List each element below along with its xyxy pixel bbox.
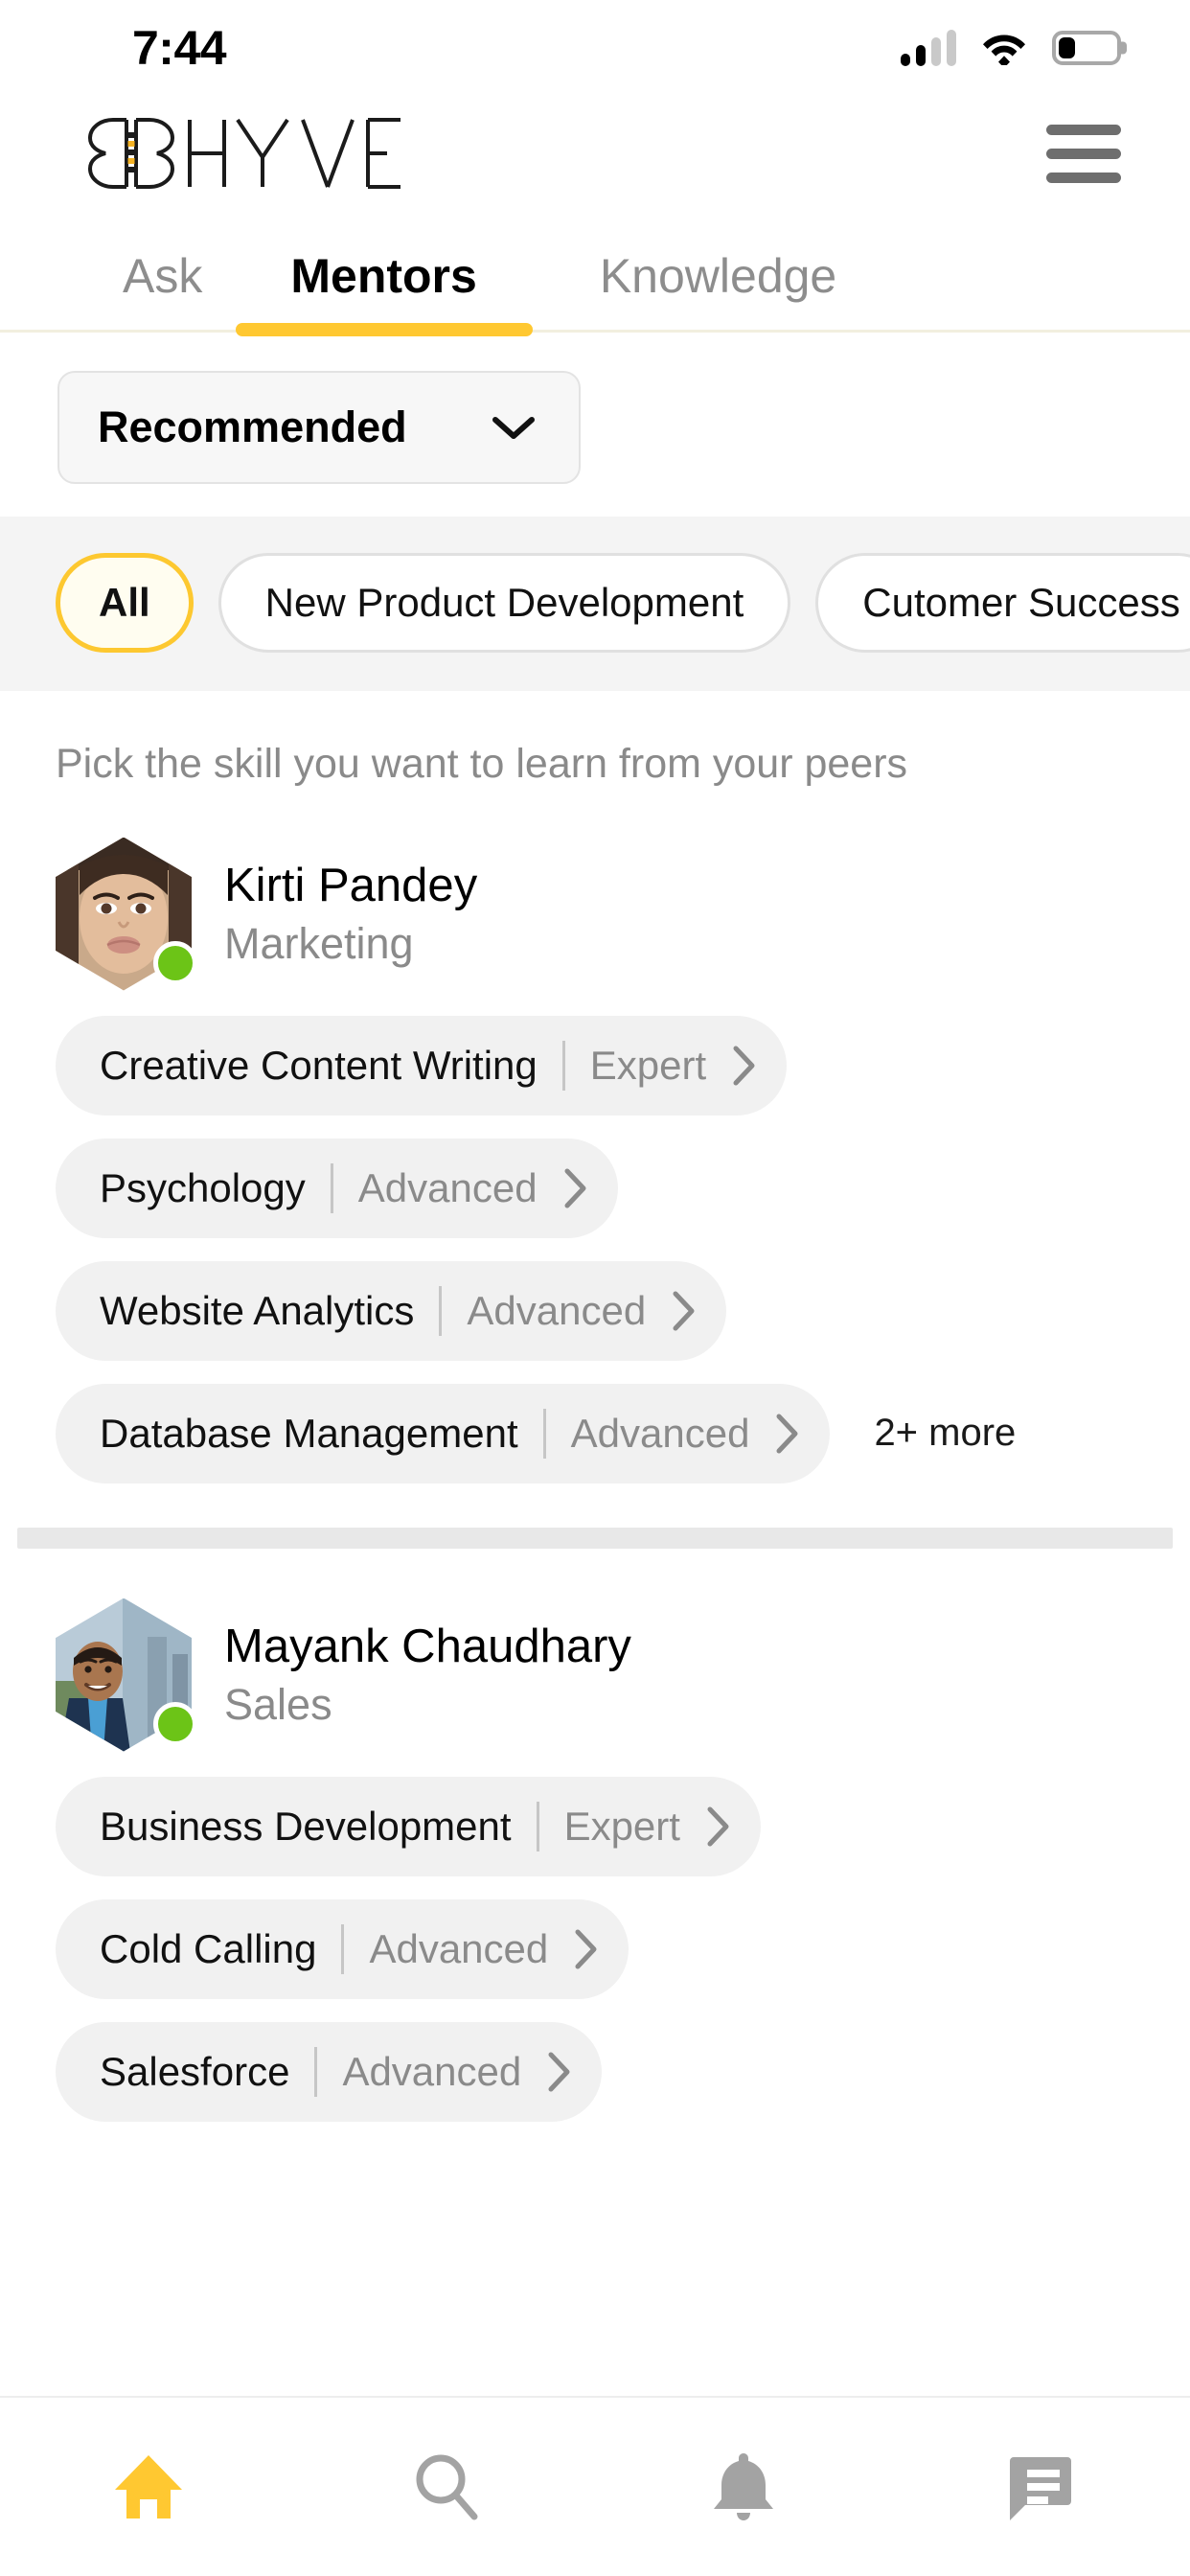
chevron-right-icon xyxy=(669,1289,698,1333)
bottom-navigation xyxy=(0,2396,1190,2576)
battery-icon xyxy=(1052,31,1121,65)
skill-level: Advanced xyxy=(467,1287,647,1333)
skill-name: Psychology xyxy=(100,1164,306,1210)
skill-list: Business Development Expert Cold Calling… xyxy=(0,1752,1190,2122)
skill-level: Advanced xyxy=(570,1410,750,1456)
skill-name: Cold Calling xyxy=(100,1925,317,1971)
more-skills-label[interactable]: 2+ more xyxy=(874,1412,1016,1455)
skill-level: Expert xyxy=(589,1042,707,1088)
chevron-right-icon xyxy=(729,1044,758,1088)
skill-row: Psychology Advanced xyxy=(56,1138,1190,1238)
search-icon xyxy=(416,2454,478,2520)
skill-row: Creative Content Writing Expert xyxy=(56,1015,1190,1116)
mentor-header[interactable]: Mayank Chaudhary Sales xyxy=(0,1549,1190,1752)
pill-divider xyxy=(314,2046,318,2097)
pill-divider xyxy=(542,1408,546,1459)
sort-value: Recommended xyxy=(98,402,407,451)
filter-chip-new-product-development[interactable]: New Product Development xyxy=(217,552,791,653)
signal-bars-icon xyxy=(901,30,956,66)
chevron-right-icon xyxy=(703,1805,732,1849)
mentor-header[interactable]: Kirti Pandey Marketing xyxy=(0,788,1190,991)
tab-mentors[interactable]: Mentors xyxy=(290,249,476,330)
chevron-right-icon xyxy=(544,2050,573,2094)
nav-messages[interactable] xyxy=(893,2398,1190,2576)
skill-pill[interactable]: Business Development Expert xyxy=(56,1776,761,1876)
mentor-name: Kirti Pandey xyxy=(224,859,478,911)
tab-knowledge[interactable]: Knowledge xyxy=(600,249,836,330)
pill-divider xyxy=(330,1162,333,1213)
mentor-card: Kirti Pandey Marketing Creative Content … xyxy=(0,788,1190,1549)
avatar[interactable] xyxy=(56,1598,197,1752)
section-hint: Pick the skill you want to learn from yo… xyxy=(56,740,908,787)
hamburger-menu-icon[interactable] xyxy=(1046,124,1121,183)
skill-name: Database Management xyxy=(100,1410,518,1456)
skill-pill[interactable]: Creative Content Writing Expert xyxy=(56,1015,788,1116)
tab-ask[interactable]: Ask xyxy=(123,249,202,330)
mentor-meta: Mayank Chaudhary Sales xyxy=(224,1620,631,1729)
home-icon xyxy=(115,2455,183,2518)
mentor-role: Marketing xyxy=(224,918,414,968)
skill-list: Creative Content Writing Expert Psycholo… xyxy=(0,991,1190,1484)
skill-row: Cold Calling Advanced xyxy=(56,1898,1190,1999)
wifi-icon xyxy=(983,34,1025,65)
app-header: BBHYVE xyxy=(0,96,1190,211)
nav-notifications[interactable] xyxy=(595,2398,893,2576)
chat-icon xyxy=(1009,2457,1071,2520)
skill-pill[interactable]: Psychology Advanced xyxy=(56,1138,618,1238)
nav-home[interactable] xyxy=(0,2398,298,2576)
chevron-right-icon xyxy=(772,1412,801,1456)
skill-name: Creative Content Writing xyxy=(100,1042,538,1088)
online-status-dot xyxy=(153,1701,197,1746)
pill-divider xyxy=(561,1040,565,1091)
skill-name: Business Development xyxy=(100,1803,512,1849)
avatar[interactable] xyxy=(56,837,197,991)
skill-level: Advanced xyxy=(369,1925,549,1971)
skill-row: Database Management Advanced 2+ more xyxy=(56,1383,1190,1484)
main-tabs: Ask Mentors Knowledge xyxy=(0,211,1190,333)
app-screen: 7:44 Ask Mentors Knowledge Recommended A… xyxy=(0,0,1190,2576)
skill-pill[interactable]: Cold Calling Advanced xyxy=(56,1898,629,1999)
pill-divider xyxy=(439,1285,443,1336)
chevron-down-icon xyxy=(492,416,535,439)
app-logo: BBHYVE xyxy=(84,112,402,195)
card-separator xyxy=(17,1527,1173,1549)
mentor-role: Sales xyxy=(224,1679,332,1729)
skill-row: Salesforce Advanced xyxy=(56,2021,1190,2122)
online-status-dot xyxy=(153,940,197,985)
status-bar: 7:44 xyxy=(0,0,1190,96)
filter-chip-all[interactable]: All xyxy=(56,552,194,653)
sort-dropdown[interactable]: Recommended xyxy=(57,370,581,484)
status-icons xyxy=(901,30,1121,66)
skill-pill[interactable]: Website Analytics Advanced xyxy=(56,1260,727,1361)
skill-level: Expert xyxy=(563,1803,680,1849)
status-time: 7:44 xyxy=(132,21,227,75)
skill-name: Salesforce xyxy=(100,2048,290,2094)
bell-icon xyxy=(714,2453,774,2520)
sort-row: Recommended xyxy=(0,333,1190,517)
skill-row: Business Development Expert xyxy=(56,1776,1190,1876)
filter-chip-cutomer-success[interactable]: Cutomer Success xyxy=(815,552,1190,653)
chevron-right-icon xyxy=(561,1166,589,1210)
skill-level: Advanced xyxy=(357,1164,538,1210)
skill-pill[interactable]: Salesforce Advanced xyxy=(56,2021,603,2122)
skill-pill[interactable]: Database Management Advanced xyxy=(56,1383,831,1484)
pill-divider xyxy=(536,1801,539,1852)
skill-level: Advanced xyxy=(342,2048,522,2094)
mentor-name: Mayank Chaudhary xyxy=(224,1620,631,1672)
chevron-right-icon xyxy=(571,1927,600,1971)
pill-divider xyxy=(341,1923,345,1974)
skill-row: Website Analytics Advanced xyxy=(56,1260,1190,1361)
mentor-meta: Kirti Pandey Marketing xyxy=(224,859,478,968)
filter-chips-strip[interactable]: All New Product Development Cutomer Succ… xyxy=(0,516,1190,691)
skill-name: Website Analytics xyxy=(100,1287,415,1333)
mentor-card: Mayank Chaudhary Sales Business Developm… xyxy=(0,1549,1190,2122)
nav-search[interactable] xyxy=(298,2398,596,2576)
